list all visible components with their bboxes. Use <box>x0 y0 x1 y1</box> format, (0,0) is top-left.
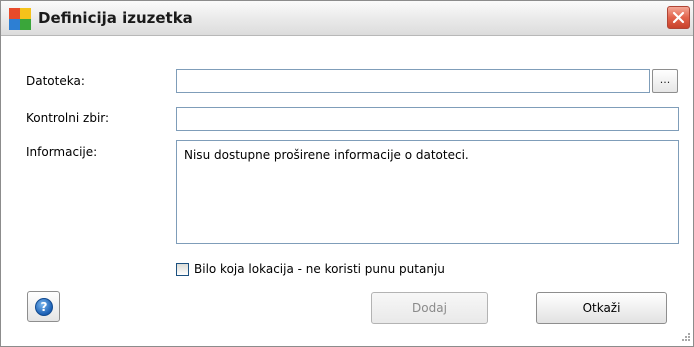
info-label: Informacije: <box>26 145 98 159</box>
browse-button[interactable]: ... <box>652 69 678 93</box>
cancel-button[interactable]: Otkaži <box>536 292 667 324</box>
add-button[interactable]: Dodaj <box>371 292 488 324</box>
close-button[interactable] <box>667 6 690 29</box>
any-location-label: Bilo koja lokacija - ne koristi punu put… <box>194 262 445 276</box>
file-label: Datoteka: <box>26 74 85 88</box>
help-icon: ? <box>35 298 53 316</box>
resize-grip-icon[interactable] <box>679 332 691 344</box>
dialog-window: Definicija izuzetka Datoteka: ... Kontro… <box>0 0 694 347</box>
avg-app-icon <box>9 8 31 30</box>
help-button[interactable]: ? <box>27 291 60 322</box>
checksum-label: Kontrolni zbir: <box>26 111 110 125</box>
close-icon <box>672 11 685 24</box>
info-textarea[interactable]: Nisu dostupne proširene informacije o da… <box>176 140 679 244</box>
title-bar[interactable]: Definicija izuzetka <box>1 1 693 36</box>
window-title: Definicija izuzetka <box>38 9 193 27</box>
file-path-input[interactable] <box>176 69 650 93</box>
any-location-checkbox[interactable] <box>176 263 189 276</box>
checksum-input[interactable] <box>176 107 679 131</box>
